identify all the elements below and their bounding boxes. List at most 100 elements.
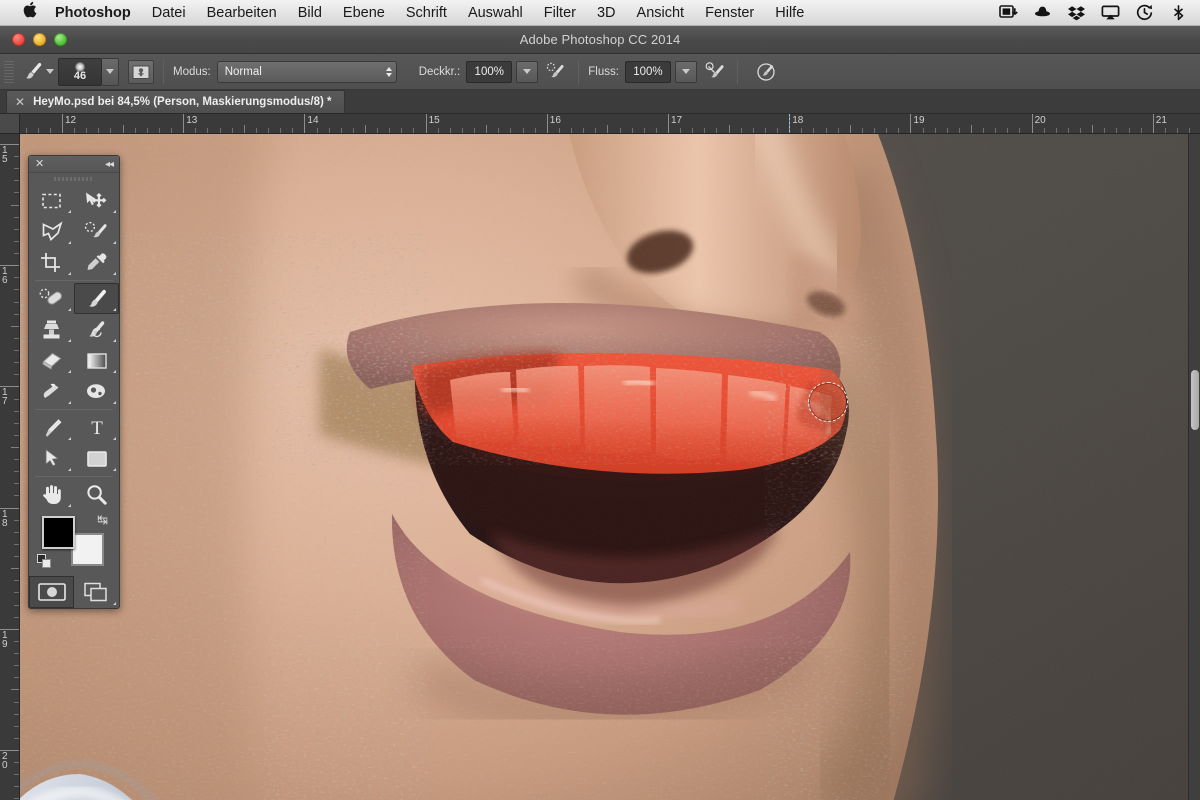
ruler-minor-tick <box>25 128 27 133</box>
opacity-value[interactable]: 100% <box>466 60 513 83</box>
drag-grip-icon[interactable] <box>29 173 119 185</box>
gradient-tool[interactable] <box>74 345 119 376</box>
ruler-minor-tick <box>14 216 19 218</box>
tools-panel-header[interactable]: ✕ ◂◂ <box>29 156 119 173</box>
ruler-minor-tick <box>11 447 19 448</box>
menu-item-schrift[interactable]: Schrift <box>406 5 447 21</box>
image-canvas[interactable] <box>20 134 1190 800</box>
mode-label: Modus: <box>173 65 211 78</box>
pressure-opacity-icon[interactable] <box>545 60 569 84</box>
opacity-dropdown-button[interactable] <box>516 60 539 83</box>
ruler-minor-tick <box>680 128 682 133</box>
ruler-corner[interactable] <box>0 114 20 134</box>
options-bar-grip[interactable] <box>4 60 14 83</box>
flow-value[interactable]: 100% <box>624 60 671 83</box>
ruler-minor-tick <box>1055 128 1057 133</box>
menu-bar-tray <box>999 4 1188 21</box>
type-tool[interactable]: T <box>74 412 119 443</box>
bowler-hat-icon[interactable] <box>1033 4 1052 21</box>
ruler-minor-tick <box>14 519 19 521</box>
hand-tool[interactable] <box>29 479 74 510</box>
apple-icon[interactable] <box>22 1 37 22</box>
brush-tool[interactable] <box>74 283 119 314</box>
screen-mode-icon[interactable] <box>74 576 119 608</box>
pressure-size-icon[interactable] <box>754 60 778 84</box>
background-color-swatch[interactable] <box>71 533 104 566</box>
ruler-label: 19 <box>2 629 8 650</box>
clone-stamp-tool[interactable] <box>29 314 74 345</box>
history-brush-tool[interactable] <box>74 314 119 345</box>
document-tab[interactable]: ✕ HeyMo.psd bei 84,5% (Person, Maskierun… <box>6 90 345 113</box>
brush-tool-icon[interactable] <box>20 60 46 84</box>
ruler-minor-tick <box>14 289 19 291</box>
brush-panel-icon[interactable] <box>128 59 154 84</box>
menu-item-photoshop[interactable]: Photoshop <box>55 5 131 21</box>
ruler-minor-tick <box>498 128 500 133</box>
sponge-tool[interactable] <box>74 376 119 407</box>
close-button[interactable] <box>12 33 25 46</box>
quick-selection-tool[interactable] <box>74 216 119 247</box>
default-colors-icon[interactable] <box>37 554 53 574</box>
time-machine-icon[interactable] <box>1135 4 1154 21</box>
pen-tool[interactable] <box>29 412 74 443</box>
menu-item-hilfe[interactable]: Hilfe <box>775 5 804 21</box>
vertical-scrollbar-thumb[interactable] <box>1191 370 1199 430</box>
ruler-minor-tick <box>14 471 19 473</box>
collapse-icon[interactable]: ◂◂ <box>105 159 114 170</box>
zoom-tool[interactable] <box>74 479 119 510</box>
vertical-ruler[interactable]: 15 16 17 18 19 20 <box>0 114 20 800</box>
crop-tool[interactable] <box>29 247 74 278</box>
photoshop-document-image[interactable] <box>20 134 1190 800</box>
menu-item-filter[interactable]: Filter <box>544 5 576 21</box>
ruler-minor-tick <box>14 677 19 679</box>
close-icon[interactable]: ✕ <box>35 158 44 170</box>
spot-healing-brush-tool[interactable] <box>29 283 74 314</box>
menu-item-ebene[interactable]: Ebene <box>343 5 385 21</box>
ruler-minor-tick <box>14 640 19 642</box>
ruler-minor-tick <box>14 725 19 727</box>
blend-mode-select[interactable]: Normal <box>216 60 397 83</box>
ruler-minor-tick <box>958 128 960 133</box>
menu-item-fenster[interactable]: Fenster <box>705 5 754 21</box>
dodge-tool[interactable] <box>29 376 74 407</box>
path-selection-tool[interactable] <box>29 443 74 474</box>
menu-item-datei[interactable]: Datei <box>152 5 186 21</box>
ruler-minor-tick <box>801 128 803 133</box>
menu-item-3d[interactable]: 3D <box>597 5 616 21</box>
menu-item-auswahl[interactable]: Auswahl <box>468 5 523 21</box>
bluetooth-icon[interactable] <box>1169 4 1188 21</box>
foreground-color-swatch[interactable] <box>42 516 75 549</box>
ruler-minor-tick <box>14 350 19 352</box>
vertical-scrollbar[interactable] <box>1188 134 1200 800</box>
dropbox-icon[interactable] <box>1067 4 1086 21</box>
brush-preset-chevron-down-icon[interactable] <box>46 69 54 74</box>
eraser-tool[interactable] <box>29 345 74 376</box>
swap-colors-icon[interactable]: ↹ <box>97 512 108 528</box>
menu-item-bild[interactable]: Bild <box>298 5 322 21</box>
minimize-button[interactable] <box>33 33 46 46</box>
horizontal-ruler[interactable]: 12 13 14 15 16 17 18 19 20 21 <box>0 114 1200 134</box>
ruler-minor-tick <box>14 798 19 800</box>
ruler-minor-tick <box>692 128 694 133</box>
menu-item-ansicht[interactable]: Ansicht <box>637 5 685 21</box>
ruler-minor-tick <box>14 228 19 230</box>
chevron-down-icon <box>523 69 532 74</box>
divider <box>35 280 113 281</box>
airplay-icon[interactable] <box>1101 4 1120 21</box>
ruler-minor-tick <box>595 128 597 133</box>
eyedropper-tool[interactable] <box>74 247 119 278</box>
flow-dropdown-button[interactable] <box>674 60 697 83</box>
screen-capture-icon[interactable] <box>999 4 1018 21</box>
ruler-minor-tick <box>1140 128 1142 133</box>
airbrush-icon[interactable] <box>704 60 728 84</box>
zoom-button[interactable] <box>54 33 67 46</box>
brush-size-field[interactable]: 46 <box>58 57 102 86</box>
menu-item-bearbeiten[interactable]: Bearbeiten <box>207 5 277 21</box>
lasso-tool[interactable] <box>29 216 74 247</box>
rectangular-marquee-tool[interactable] <box>29 185 74 216</box>
rectangle-shape-tool[interactable] <box>74 443 119 474</box>
brush-size-dropdown-button[interactable] <box>102 57 119 86</box>
move-tool[interactable] <box>74 185 119 216</box>
close-icon[interactable]: ✕ <box>15 95 25 109</box>
quick-mask-mode-icon[interactable] <box>29 576 74 608</box>
